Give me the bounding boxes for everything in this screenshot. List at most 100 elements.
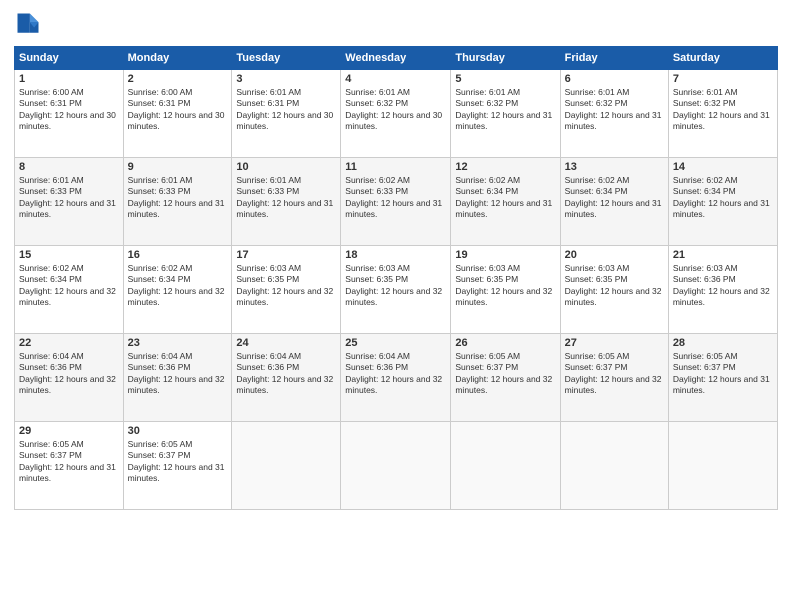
day-number: 29 [19, 425, 119, 437]
table-row: 28 Sunrise: 6:05 AMSunset: 6:37 PMDaylig… [668, 334, 777, 422]
table-row: 6 Sunrise: 6:01 AMSunset: 6:32 PMDayligh… [560, 70, 668, 158]
day-info: Sunrise: 6:05 AMSunset: 6:37 PMDaylight:… [128, 439, 225, 483]
day-number: 19 [455, 249, 555, 261]
logo [14, 10, 46, 38]
day-number: 9 [128, 161, 228, 173]
day-number: 8 [19, 161, 119, 173]
table-row [668, 422, 777, 510]
day-info: Sunrise: 6:02 AMSunset: 6:33 PMDaylight:… [345, 175, 442, 219]
day-number: 22 [19, 337, 119, 349]
page-header [14, 10, 778, 38]
day-info: Sunrise: 6:02 AMSunset: 6:34 PMDaylight:… [19, 263, 116, 307]
calendar-week-row: 22 Sunrise: 6:04 AMSunset: 6:36 PMDaylig… [15, 334, 778, 422]
day-number: 14 [673, 161, 773, 173]
day-info: Sunrise: 6:01 AMSunset: 6:31 PMDaylight:… [236, 87, 333, 131]
day-number: 20 [565, 249, 664, 261]
day-info: Sunrise: 6:02 AMSunset: 6:34 PMDaylight:… [455, 175, 552, 219]
col-thursday: Thursday [451, 47, 560, 70]
day-number: 24 [236, 337, 336, 349]
day-info: Sunrise: 6:03 AMSunset: 6:35 PMDaylight:… [455, 263, 552, 307]
day-info: Sunrise: 6:05 AMSunset: 6:37 PMDaylight:… [673, 351, 770, 395]
day-number: 23 [128, 337, 228, 349]
col-wednesday: Wednesday [341, 47, 451, 70]
day-info: Sunrise: 6:02 AMSunset: 6:34 PMDaylight:… [128, 263, 225, 307]
table-row: 12 Sunrise: 6:02 AMSunset: 6:34 PMDaylig… [451, 158, 560, 246]
table-row: 29 Sunrise: 6:05 AMSunset: 6:37 PMDaylig… [15, 422, 124, 510]
day-info: Sunrise: 6:04 AMSunset: 6:36 PMDaylight:… [345, 351, 442, 395]
day-info: Sunrise: 6:01 AMSunset: 6:32 PMDaylight:… [673, 87, 770, 131]
day-info: Sunrise: 6:01 AMSunset: 6:32 PMDaylight:… [455, 87, 552, 131]
calendar-week-row: 15 Sunrise: 6:02 AMSunset: 6:34 PMDaylig… [15, 246, 778, 334]
table-row: 19 Sunrise: 6:03 AMSunset: 6:35 PMDaylig… [451, 246, 560, 334]
table-row: 23 Sunrise: 6:04 AMSunset: 6:36 PMDaylig… [123, 334, 232, 422]
table-row: 2 Sunrise: 6:00 AMSunset: 6:31 PMDayligh… [123, 70, 232, 158]
day-number: 12 [455, 161, 555, 173]
day-number: 21 [673, 249, 773, 261]
table-row: 16 Sunrise: 6:02 AMSunset: 6:34 PMDaylig… [123, 246, 232, 334]
table-row: 10 Sunrise: 6:01 AMSunset: 6:33 PMDaylig… [232, 158, 341, 246]
table-row: 8 Sunrise: 6:01 AMSunset: 6:33 PMDayligh… [15, 158, 124, 246]
table-row: 5 Sunrise: 6:01 AMSunset: 6:32 PMDayligh… [451, 70, 560, 158]
calendar-week-row: 1 Sunrise: 6:00 AMSunset: 6:31 PMDayligh… [15, 70, 778, 158]
table-row: 7 Sunrise: 6:01 AMSunset: 6:32 PMDayligh… [668, 70, 777, 158]
col-saturday: Saturday [668, 47, 777, 70]
day-number: 17 [236, 249, 336, 261]
day-info: Sunrise: 6:02 AMSunset: 6:34 PMDaylight:… [565, 175, 662, 219]
day-info: Sunrise: 6:04 AMSunset: 6:36 PMDaylight:… [236, 351, 333, 395]
table-row: 1 Sunrise: 6:00 AMSunset: 6:31 PMDayligh… [15, 70, 124, 158]
col-friday: Friday [560, 47, 668, 70]
table-row: 14 Sunrise: 6:02 AMSunset: 6:34 PMDaylig… [668, 158, 777, 246]
day-number: 16 [128, 249, 228, 261]
day-info: Sunrise: 6:03 AMSunset: 6:35 PMDaylight:… [236, 263, 333, 307]
day-number: 28 [673, 337, 773, 349]
col-monday: Monday [123, 47, 232, 70]
calendar-week-row: 8 Sunrise: 6:01 AMSunset: 6:33 PMDayligh… [15, 158, 778, 246]
day-info: Sunrise: 6:04 AMSunset: 6:36 PMDaylight:… [19, 351, 116, 395]
day-number: 18 [345, 249, 446, 261]
table-row: 3 Sunrise: 6:01 AMSunset: 6:31 PMDayligh… [232, 70, 341, 158]
table-row [451, 422, 560, 510]
day-number: 10 [236, 161, 336, 173]
day-number: 1 [19, 73, 119, 85]
day-info: Sunrise: 6:00 AMSunset: 6:31 PMDaylight:… [19, 87, 116, 131]
table-row: 20 Sunrise: 6:03 AMSunset: 6:35 PMDaylig… [560, 246, 668, 334]
table-row: 15 Sunrise: 6:02 AMSunset: 6:34 PMDaylig… [15, 246, 124, 334]
calendar-header-row: Sunday Monday Tuesday Wednesday Thursday… [15, 47, 778, 70]
calendar-table: Sunday Monday Tuesday Wednesday Thursday… [14, 46, 778, 510]
table-row: 4 Sunrise: 6:01 AMSunset: 6:32 PMDayligh… [341, 70, 451, 158]
table-row [232, 422, 341, 510]
day-info: Sunrise: 6:00 AMSunset: 6:31 PMDaylight:… [128, 87, 225, 131]
day-info: Sunrise: 6:05 AMSunset: 6:37 PMDaylight:… [455, 351, 552, 395]
table-row: 24 Sunrise: 6:04 AMSunset: 6:36 PMDaylig… [232, 334, 341, 422]
day-info: Sunrise: 6:03 AMSunset: 6:35 PMDaylight:… [565, 263, 662, 307]
day-info: Sunrise: 6:01 AMSunset: 6:33 PMDaylight:… [19, 175, 116, 219]
table-row [341, 422, 451, 510]
calendar-week-row: 29 Sunrise: 6:05 AMSunset: 6:37 PMDaylig… [15, 422, 778, 510]
day-info: Sunrise: 6:01 AMSunset: 6:32 PMDaylight:… [345, 87, 442, 131]
table-row: 18 Sunrise: 6:03 AMSunset: 6:35 PMDaylig… [341, 246, 451, 334]
day-number: 27 [565, 337, 664, 349]
col-sunday: Sunday [15, 47, 124, 70]
table-row [560, 422, 668, 510]
day-info: Sunrise: 6:01 AMSunset: 6:33 PMDaylight:… [236, 175, 333, 219]
table-row: 26 Sunrise: 6:05 AMSunset: 6:37 PMDaylig… [451, 334, 560, 422]
table-row: 25 Sunrise: 6:04 AMSunset: 6:36 PMDaylig… [341, 334, 451, 422]
day-info: Sunrise: 6:01 AMSunset: 6:33 PMDaylight:… [128, 175, 225, 219]
table-row: 27 Sunrise: 6:05 AMSunset: 6:37 PMDaylig… [560, 334, 668, 422]
day-number: 5 [455, 73, 555, 85]
day-info: Sunrise: 6:04 AMSunset: 6:36 PMDaylight:… [128, 351, 225, 395]
day-number: 11 [345, 161, 446, 173]
day-info: Sunrise: 6:03 AMSunset: 6:36 PMDaylight:… [673, 263, 770, 307]
table-row: 11 Sunrise: 6:02 AMSunset: 6:33 PMDaylig… [341, 158, 451, 246]
day-info: Sunrise: 6:03 AMSunset: 6:35 PMDaylight:… [345, 263, 442, 307]
day-info: Sunrise: 6:05 AMSunset: 6:37 PMDaylight:… [565, 351, 662, 395]
day-number: 13 [565, 161, 664, 173]
day-number: 2 [128, 73, 228, 85]
table-row: 17 Sunrise: 6:03 AMSunset: 6:35 PMDaylig… [232, 246, 341, 334]
day-number: 15 [19, 249, 119, 261]
day-info: Sunrise: 6:01 AMSunset: 6:32 PMDaylight:… [565, 87, 662, 131]
day-number: 25 [345, 337, 446, 349]
day-number: 7 [673, 73, 773, 85]
day-number: 3 [236, 73, 336, 85]
table-row: 22 Sunrise: 6:04 AMSunset: 6:36 PMDaylig… [15, 334, 124, 422]
